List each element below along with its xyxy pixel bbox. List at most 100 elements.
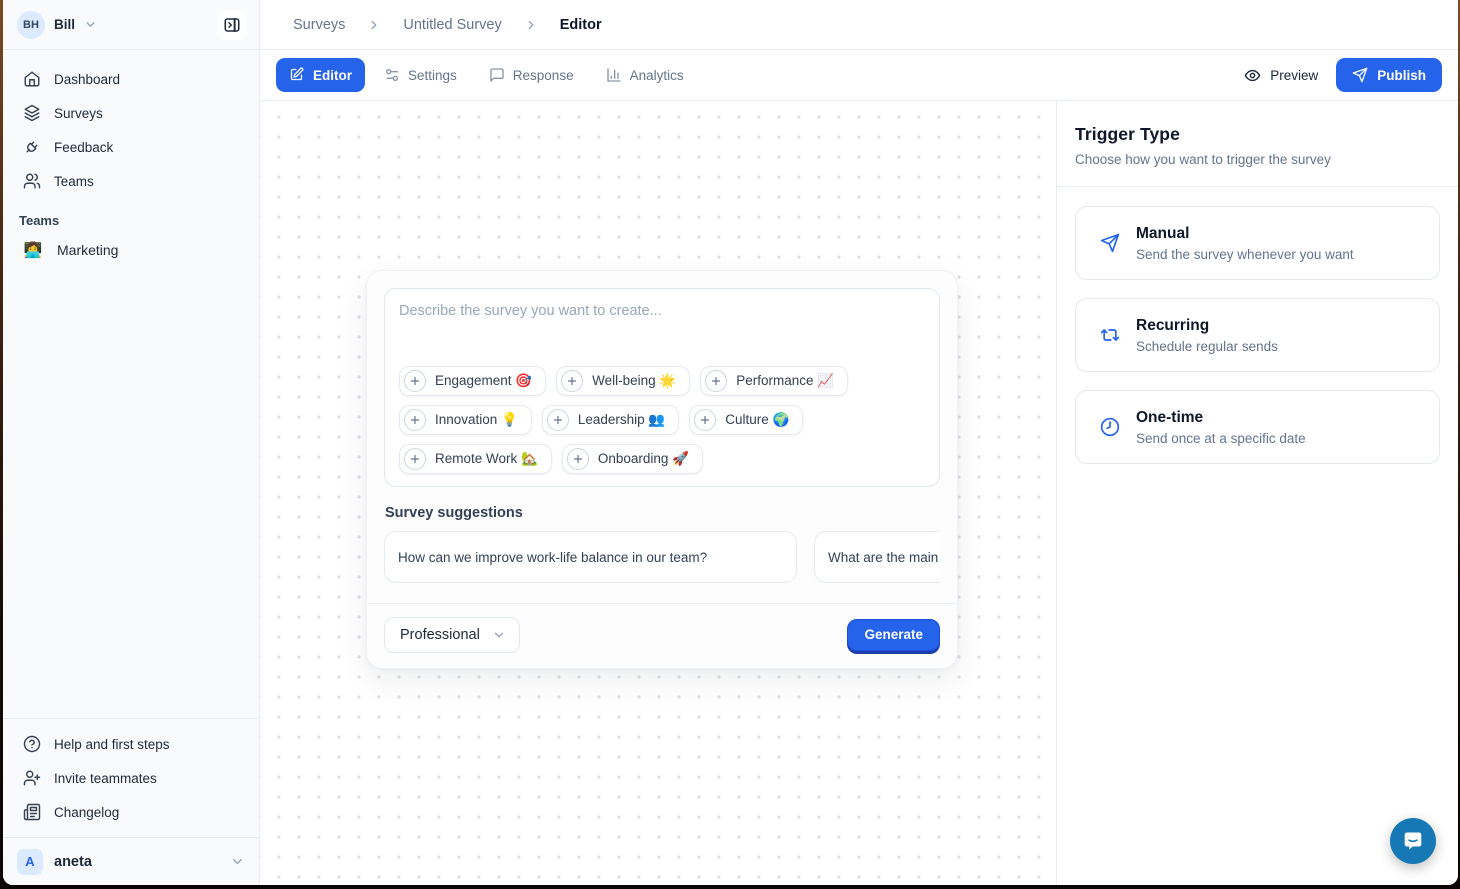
editor-tabs: Editor Settings Response bbox=[276, 58, 697, 92]
plus-icon bbox=[404, 370, 426, 392]
topic-chip-well-being[interactable]: Well-being 🌟 bbox=[556, 366, 690, 396]
publish-label: Publish bbox=[1377, 68, 1426, 83]
send-icon bbox=[1100, 233, 1120, 253]
topic-chip-label: Innovation 💡 bbox=[435, 412, 518, 428]
tab-settings[interactable]: Settings bbox=[371, 58, 470, 92]
topic-chip-label: Performance 📈 bbox=[736, 373, 834, 389]
app-window: BH Bill Dashboard bbox=[3, 0, 1458, 885]
topic-chip-onboarding[interactable]: Onboarding 🚀 bbox=[562, 444, 703, 474]
publish-button[interactable]: Publish bbox=[1336, 58, 1442, 92]
sidebar-nav: Dashboard Surveys Feedback Teams bbox=[3, 50, 259, 200]
survey-composer-card: Describe the survey you want to create..… bbox=[366, 270, 958, 669]
bar-chart-icon bbox=[606, 67, 622, 83]
layers-icon bbox=[23, 104, 41, 122]
panel-subtitle: Choose how you want to trigger the surve… bbox=[1075, 152, 1440, 167]
workspace-switcher[interactable]: BH Bill bbox=[3, 0, 259, 50]
sidebar-item-label: Invite teammates bbox=[54, 771, 157, 786]
sidebar-item-dashboard[interactable]: Dashboard bbox=[15, 64, 247, 94]
tab-label: Analytics bbox=[630, 68, 684, 83]
option-title: One-time bbox=[1136, 409, 1306, 427]
chat-launcher-button[interactable] bbox=[1390, 818, 1436, 864]
newspaper-icon bbox=[23, 803, 41, 821]
panel-toggle-icon bbox=[223, 16, 241, 34]
topic-chip-label: Culture 🌍 bbox=[725, 412, 789, 428]
chevron-right-icon bbox=[367, 18, 381, 32]
trigger-option-manual[interactable]: Manual Send the survey whenever you want bbox=[1075, 206, 1440, 280]
preview-button[interactable]: Preview bbox=[1244, 67, 1318, 84]
editor-toolbar: Editor Settings Response bbox=[260, 50, 1458, 101]
tab-response[interactable]: Response bbox=[476, 58, 587, 92]
suggestion-card[interactable]: What are the main obstacles in our workf… bbox=[814, 531, 940, 583]
chat-bubble-icon bbox=[1401, 829, 1425, 853]
home-icon bbox=[23, 70, 41, 88]
survey-prompt-input[interactable]: Describe the survey you want to create..… bbox=[384, 288, 940, 487]
topic-chip-performance[interactable]: Performance 📈 bbox=[700, 366, 848, 396]
trigger-option-one-time[interactable]: One-time Send once at a specific date bbox=[1075, 390, 1440, 464]
help-circle-icon bbox=[23, 735, 41, 753]
message-icon bbox=[489, 67, 505, 83]
workspace-avatar: BH bbox=[17, 11, 45, 39]
team-label: Marketing bbox=[57, 242, 118, 258]
topic-chip-label: Remote Work 🏡 bbox=[435, 451, 538, 467]
trigger-options: Manual Send the survey whenever you want… bbox=[1057, 187, 1458, 483]
option-title: Recurring bbox=[1136, 317, 1278, 335]
breadcrumb-untitled-survey[interactable]: Untitled Survey bbox=[403, 17, 501, 33]
option-description: Schedule regular sends bbox=[1136, 339, 1278, 354]
sidebar-item-label: Changelog bbox=[54, 805, 119, 820]
sidebar-item-label: Dashboard bbox=[54, 72, 120, 87]
sidebar-item-invite[interactable]: Invite teammates bbox=[15, 763, 247, 793]
sidebar-item-feedback[interactable]: Feedback bbox=[15, 132, 247, 162]
topic-chip-label: Leadership 👥 bbox=[578, 412, 665, 428]
chevron-down-icon bbox=[492, 628, 506, 642]
plus-icon bbox=[567, 448, 589, 470]
suggestion-card[interactable]: How can we improve work-life balance in … bbox=[384, 531, 797, 583]
topic-chip-leadership[interactable]: Leadership 👥 bbox=[542, 405, 679, 435]
clock-icon bbox=[1100, 417, 1120, 437]
topic-chip-innovation[interactable]: Innovation 💡 bbox=[399, 405, 532, 435]
sidebar-item-label: Teams bbox=[54, 174, 94, 189]
plug-icon bbox=[23, 138, 41, 156]
topic-chip-engagement[interactable]: Engagement 🎯 bbox=[399, 366, 546, 396]
tab-analytics[interactable]: Analytics bbox=[593, 58, 697, 92]
breadcrumb-surveys[interactable]: Surveys bbox=[293, 17, 345, 33]
chevron-right-icon bbox=[524, 18, 538, 32]
tone-select[interactable]: Professional bbox=[384, 617, 520, 653]
sidebar-team-marketing[interactable]: 👩‍💻 Marketing bbox=[15, 234, 247, 266]
pencil-square-icon bbox=[289, 67, 305, 83]
tab-editor[interactable]: Editor bbox=[276, 58, 365, 92]
repeat-icon bbox=[1100, 325, 1120, 345]
sidebar-item-changelog[interactable]: Changelog bbox=[15, 797, 247, 827]
sidebar-item-label: Surveys bbox=[54, 106, 103, 121]
plus-icon bbox=[547, 409, 569, 431]
tone-select-value: Professional bbox=[400, 627, 480, 643]
option-description: Send the survey whenever you want bbox=[1136, 247, 1354, 262]
trigger-option-recurring[interactable]: Recurring Schedule regular sends bbox=[1075, 298, 1440, 372]
suggestions-row: How can we improve work-life balance in … bbox=[384, 531, 940, 583]
sidebar-item-label: Feedback bbox=[54, 140, 113, 155]
sidebar-item-help[interactable]: Help and first steps bbox=[15, 729, 247, 759]
sidebar-toggle-button[interactable] bbox=[217, 10, 247, 40]
suggestions-title: Survey suggestions bbox=[385, 505, 939, 521]
option-description: Send once at a specific date bbox=[1136, 431, 1306, 446]
topic-chip-label: Well-being 🌟 bbox=[592, 373, 676, 389]
plus-icon bbox=[404, 409, 426, 431]
user-menu[interactable]: A aneta bbox=[3, 837, 259, 885]
editor-canvas[interactable]: Describe the survey you want to create..… bbox=[260, 101, 1056, 885]
sidebar-item-teams[interactable]: Teams bbox=[15, 166, 247, 196]
trigger-type-panel: Trigger Type Choose how you want to trig… bbox=[1056, 101, 1458, 885]
sidebar-item-surveys[interactable]: Surveys bbox=[15, 98, 247, 128]
eye-icon bbox=[1244, 67, 1261, 84]
plus-icon bbox=[404, 448, 426, 470]
chevron-down-icon bbox=[230, 854, 245, 869]
tab-label: Editor bbox=[313, 68, 352, 83]
topic-chip-remote-work[interactable]: Remote Work 🏡 bbox=[399, 444, 552, 474]
plus-icon bbox=[694, 409, 716, 431]
users-icon bbox=[23, 172, 41, 190]
sidebar-item-label: Help and first steps bbox=[54, 737, 170, 752]
generate-button[interactable]: Generate bbox=[847, 619, 940, 651]
workspace-name: Bill bbox=[54, 17, 75, 32]
topic-chip-culture[interactable]: Culture 🌍 bbox=[689, 405, 803, 435]
editor-content: Describe the survey you want to create..… bbox=[260, 101, 1458, 885]
send-icon bbox=[1352, 67, 1368, 83]
desktop-background: BH Bill Dashboard bbox=[0, 0, 1460, 889]
